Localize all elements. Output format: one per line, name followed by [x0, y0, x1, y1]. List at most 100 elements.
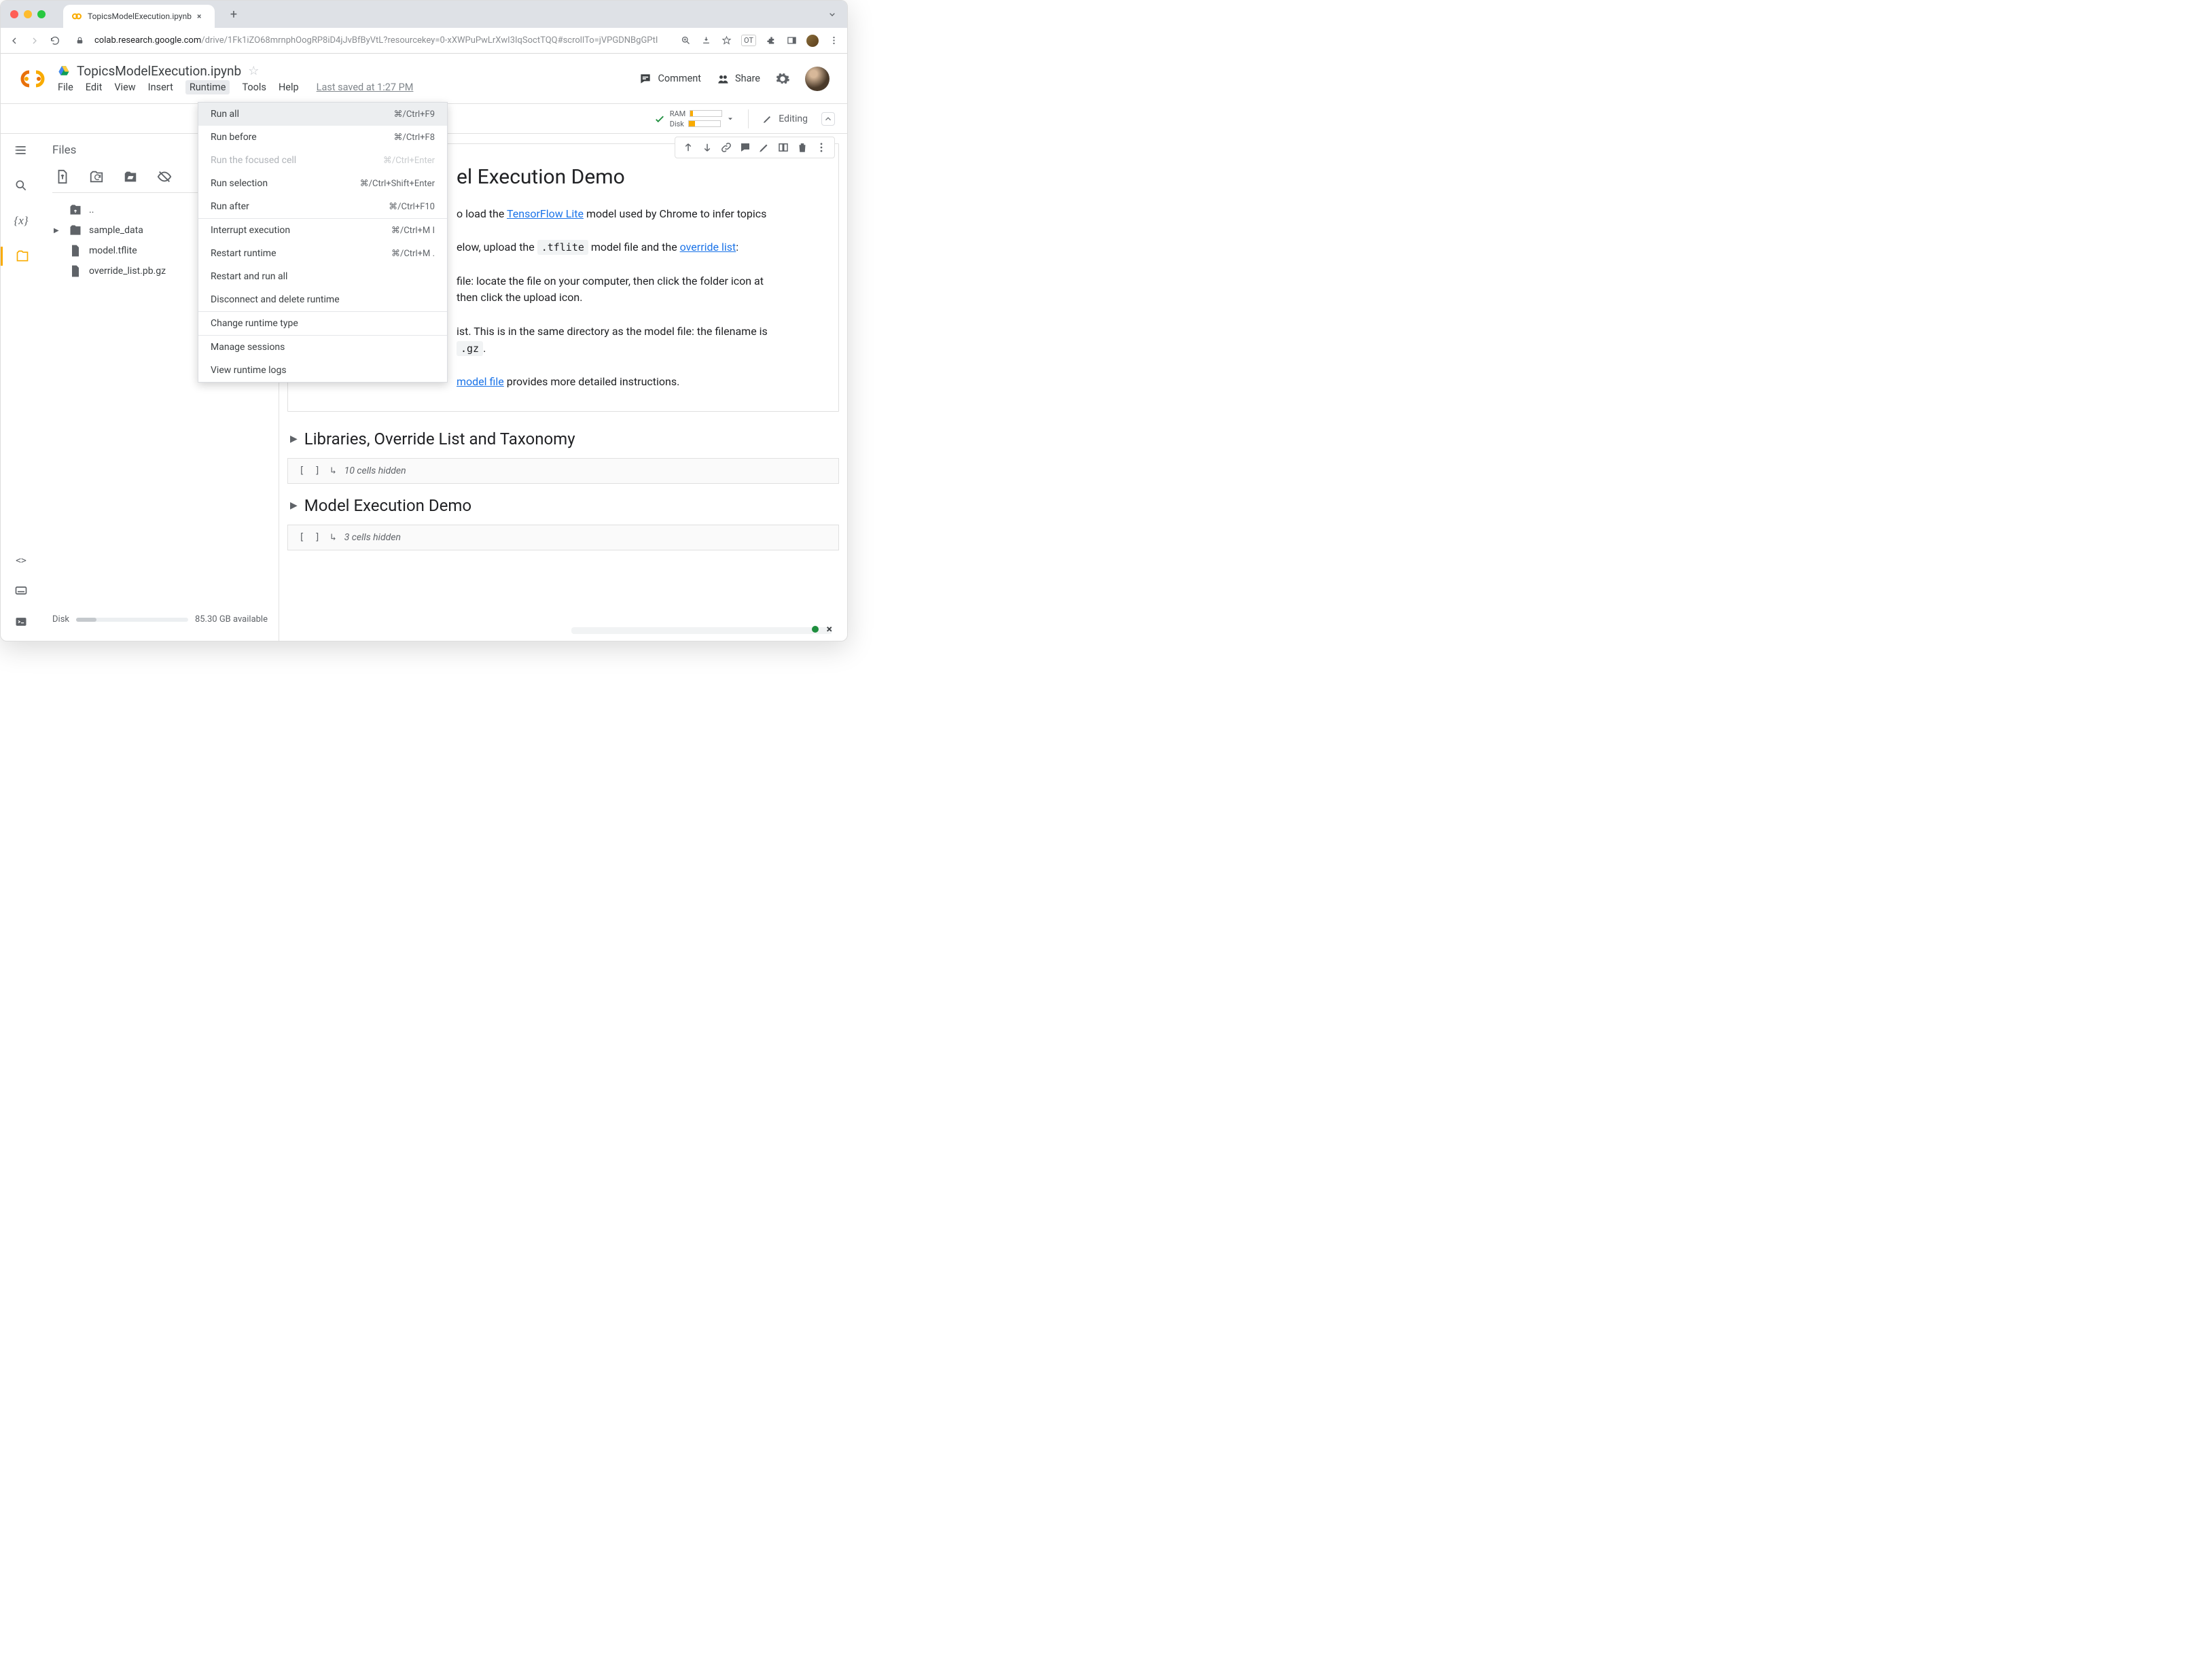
share-label: Share: [735, 73, 760, 84]
menu-shortcut: ⌘/Ctrl+Enter: [383, 156, 435, 166]
cell-heading: el Execution Demo: [457, 162, 815, 194]
maximize-window-button[interactable]: [37, 10, 46, 18]
menu-help[interactable]: Help: [279, 82, 299, 93]
runtime-menu-item[interactable]: Change runtime type: [198, 312, 447, 335]
menu-view[interactable]: View: [114, 82, 135, 93]
lock-icon[interactable]: [74, 35, 85, 46]
runtime-menu-item[interactable]: Run before⌘/Ctrl+F8: [198, 126, 447, 149]
mount-drive-icon[interactable]: [123, 169, 138, 184]
hidden-cells-2[interactable]: [ ] ↳ 3 cells hidden: [287, 525, 839, 550]
runtime-menu-item[interactable]: Restart and run all: [198, 265, 447, 288]
sidepanel-icon[interactable]: [786, 35, 797, 46]
override-list-link[interactable]: override list: [680, 241, 736, 253]
minimize-window-button[interactable]: [24, 10, 32, 18]
collapse-icon[interactable]: ▶: [290, 500, 298, 511]
menu-runtime[interactable]: Runtime: [185, 80, 230, 94]
share-button[interactable]: Share: [716, 72, 760, 86]
notebook-title[interactable]: TopicsModelExecution.ipynb: [77, 63, 241, 79]
runtime-menu-item[interactable]: Restart runtime⌘/Ctrl+M .: [198, 242, 447, 265]
cell-brackets: [ ]: [299, 465, 322, 476]
tflite-link[interactable]: TensorFlow Lite: [507, 207, 584, 220]
menu-insert[interactable]: Insert: [148, 82, 173, 93]
search-icon[interactable]: [1, 176, 41, 195]
menu-shortcut: ⌘/Ctrl+F10: [389, 202, 435, 212]
url-bar[interactable]: colab.research.google.com/drive/1Fk1iZO6…: [94, 35, 671, 46]
browser-tab[interactable]: TopicsModelExecution.ipynb ×: [63, 5, 215, 28]
bookmark-icon[interactable]: [721, 35, 732, 46]
hidden2-label: 3 cells hidden: [344, 532, 401, 543]
toc-icon[interactable]: [1, 141, 41, 160]
profile-badge[interactable]: OT: [741, 35, 756, 46]
menu-item-label: Run the focused cell: [211, 155, 296, 166]
runtime-menu-item[interactable]: Run selection⌘/Ctrl+Shift+Enter: [198, 172, 447, 195]
tabs-chevron-icon[interactable]: [827, 9, 838, 20]
section-2[interactable]: ▶Model Execution Demo: [290, 496, 836, 515]
refresh-icon[interactable]: [89, 169, 104, 184]
add-comment-icon[interactable]: [739, 141, 751, 154]
runtime-menu-item[interactable]: Interrupt execution⌘/Ctrl+M I: [198, 219, 447, 242]
menu-shortcut: ⌘/Ctrl+F9: [393, 109, 435, 120]
cell-toolbar: [675, 137, 835, 158]
comment-button[interactable]: Comment: [639, 72, 701, 86]
command-palette-icon[interactable]: [14, 581, 28, 600]
new-tab-button[interactable]: +: [224, 5, 243, 24]
section-1[interactable]: ▶Libraries, Override List and Taxonomy: [290, 429, 836, 448]
collapse-header-button[interactable]: [821, 112, 835, 126]
runtime-menu-item[interactable]: Run all⌘/Ctrl+F9: [198, 103, 447, 126]
star-icon[interactable]: ☆: [248, 64, 259, 78]
kernel-status-dot-icon[interactable]: [812, 626, 819, 633]
cell-li2: ist. This is in the same directory as th…: [457, 323, 815, 357]
hidden1-label: 10 cells hidden: [344, 465, 406, 476]
share-icon: [716, 72, 730, 86]
menu-item-label: Disconnect and delete runtime: [211, 294, 340, 305]
move-up-icon[interactable]: [682, 141, 694, 154]
close-window-button[interactable]: [10, 10, 18, 18]
files-icon[interactable]: [1, 247, 41, 266]
menu-tools[interactable]: Tools: [242, 82, 266, 93]
menu-bar: File Edit View Insert Runtime Tools Help…: [58, 80, 628, 94]
colab-logo-icon[interactable]: [18, 69, 47, 88]
menu-file[interactable]: File: [58, 82, 73, 93]
cell-p1: o load the TensorFlow Lite model used by…: [457, 206, 815, 223]
code-snippets-icon[interactable]: <>: [14, 553, 28, 569]
reload-button[interactable]: [50, 35, 60, 46]
extensions-icon[interactable]: [766, 35, 777, 46]
user-avatar[interactable]: [805, 67, 830, 91]
close-status-icon[interactable]: ×: [827, 622, 833, 635]
upload-icon[interactable]: [55, 169, 70, 184]
variables-icon[interactable]: {x}: [1, 211, 41, 230]
chrome-menu-icon[interactable]: [828, 35, 839, 46]
model-file-link[interactable]: model file: [457, 375, 504, 388]
mirror-icon[interactable]: [777, 141, 789, 154]
hidden-cells-1[interactable]: [ ] ↳ 10 cells hidden: [287, 458, 839, 484]
runtime-menu-item[interactable]: Disconnect and delete runtime: [198, 288, 447, 311]
delete-icon[interactable]: [796, 141, 808, 154]
back-button[interactable]: [9, 35, 20, 46]
folder-up-icon: [69, 203, 82, 217]
runtime-menu-item[interactable]: View runtime logs: [198, 359, 447, 382]
close-tab-icon[interactable]: ×: [197, 12, 207, 21]
install-icon[interactable]: [700, 35, 711, 46]
runtime-menu-item[interactable]: Run after⌘/Ctrl+F10: [198, 195, 447, 218]
ram-label: RAM: [670, 109, 686, 118]
resource-indicator[interactable]: RAM Disk: [654, 109, 735, 128]
runtime-menu-item[interactable]: Manage sessions: [198, 336, 447, 359]
terminal-icon[interactable]: [14, 612, 28, 631]
move-down-icon[interactable]: [701, 141, 713, 154]
editing-mode-button[interactable]: Editing: [762, 113, 808, 124]
menu-edit[interactable]: Edit: [86, 82, 103, 93]
horizontal-scrollbar[interactable]: [571, 627, 832, 634]
last-saved-label[interactable]: Last saved at 1:27 PM: [317, 82, 414, 93]
hide-hidden-icon[interactable]: [157, 169, 172, 184]
edit-cell-icon[interactable]: [758, 141, 770, 154]
left-rail: {x} <>: [1, 134, 41, 641]
collapse-icon[interactable]: ▶: [290, 434, 298, 444]
more-icon[interactable]: [815, 141, 827, 154]
zoom-icon[interactable]: [680, 35, 691, 46]
profile-avatar[interactable]: [806, 35, 819, 47]
menu-item-label: Interrupt execution: [211, 225, 290, 236]
settings-icon[interactable]: [775, 71, 790, 86]
link-icon[interactable]: [720, 141, 732, 154]
resource-dropdown-icon[interactable]: [726, 115, 734, 123]
folder-icon: [69, 224, 82, 237]
